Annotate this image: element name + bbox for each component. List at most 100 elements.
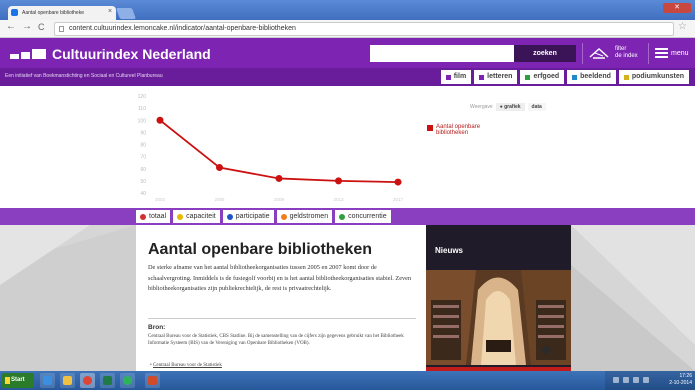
category-square-icon [479, 74, 485, 80]
article-panel: Aantal openbare bibliotheken De sterke a… [136, 225, 426, 371]
reload-button[interactable]: C [38, 22, 45, 32]
view-option-grafiek[interactable]: ● grafiek [495, 103, 525, 111]
category-film[interactable]: film [440, 70, 472, 84]
window-close-button[interactable]: ✕ [663, 3, 691, 13]
news-heading: Nieuws [435, 246, 464, 255]
browser-tab[interactable]: Aantal openbare bibliotheke × [8, 6, 116, 20]
y-tick-label: 120 [138, 94, 147, 100]
data-point [275, 174, 283, 182]
filter-icon [589, 47, 609, 59]
x-tick-label: 2003 [155, 197, 166, 202]
indicator-concurrentie[interactable]: concurrentie [335, 210, 391, 223]
chrome-taskbar-icon[interactable] [80, 373, 95, 388]
explorer-taskbar-icon[interactable] [60, 373, 75, 388]
category-podiumkunsten[interactable]: podiumkunsten [618, 70, 689, 84]
category-square-icon [445, 74, 451, 80]
line-chart: 40 50 60 70 80 90 100 110 120 2003 2005 2009 2013 201… [138, 94, 404, 202]
data-point [394, 178, 402, 186]
y-tick-label: 50 [140, 179, 146, 185]
y-tick-label: 40 [140, 191, 146, 197]
filter-label-2: de index [615, 53, 638, 59]
indicator-participatie[interactable]: participatie [222, 210, 274, 223]
forward-button[interactable]: → [22, 21, 32, 32]
start-button[interactable]: Start [2, 373, 34, 388]
x-tick-label: 2009 [274, 197, 285, 202]
menu-button[interactable]: menu [648, 43, 695, 64]
dot-icon [226, 213, 233, 220]
filter-label-1: filter [615, 46, 627, 52]
network-icon[interactable] [633, 377, 639, 383]
search-button[interactable]: zoeken [514, 45, 576, 62]
url-text: content.cultuurindex.lemoncake.nl/indica… [69, 25, 296, 32]
indicator-capaciteit[interactable]: capaciteit [173, 210, 220, 223]
category-beeldend[interactable]: beeldend [567, 70, 616, 84]
y-tick-label: 60 [140, 167, 146, 173]
search-input[interactable] [370, 45, 514, 62]
article-title: Aantal openbare bibliotheken [148, 241, 373, 258]
source-text: Centraal Bureau voor de Statistiek, CBS … [148, 334, 404, 346]
category-nav: film letteren erfgoed beeldend podiumkun… [440, 70, 689, 84]
news-panel: Nieuws [426, 225, 571, 371]
close-tab-icon[interactable]: × [108, 8, 112, 15]
source-link[interactable]: • Centraal Bureau voor de Statistiek [150, 363, 222, 368]
dot-icon [177, 213, 184, 220]
indicator-buttons: totaal capaciteit participatie geldstrom… [136, 210, 391, 223]
view-option-data[interactable]: data [527, 103, 546, 111]
y-tick-label: 80 [140, 143, 146, 149]
y-tick-label: 100 [138, 118, 147, 124]
back-button[interactable]: ← [6, 21, 16, 32]
category-letteren[interactable]: letteren [474, 70, 518, 84]
data-point [335, 177, 342, 185]
data-point [156, 116, 164, 124]
favicon-icon [11, 9, 18, 16]
legend-label-line2: bibliotheken [436, 130, 469, 136]
article-body: De sterke afname van het aantal biblioth… [148, 264, 412, 292]
new-tab-button[interactable] [115, 8, 137, 19]
dot-icon [280, 213, 287, 220]
view-toggle: Weergave ● grafiek data [470, 103, 546, 111]
tray-icon[interactable] [613, 377, 619, 383]
legend-swatch [427, 125, 433, 131]
hamburger-icon [655, 48, 668, 59]
x-tick-label: 2017 [393, 197, 404, 202]
chart-legend: Aantal openbare bibliotheken [427, 124, 480, 136]
browser-tab-bar: Aantal openbare bibliotheke × ✕ [0, 0, 695, 20]
logo-icon[interactable] [10, 49, 46, 59]
category-square-icon [572, 74, 578, 80]
category-square-icon [623, 74, 629, 80]
excel-taskbar-icon[interactable] [100, 373, 115, 388]
indicator-bar: totaal capaciteit participatie geldstrom… [0, 208, 695, 225]
source-heading: Bron: [148, 324, 166, 331]
x-tick-label: 2013 [333, 197, 344, 202]
bookmark-star-icon[interactable]: ☆ [678, 21, 687, 32]
address-bar[interactable]: content.cultuurindex.lemoncake.nl/indica… [54, 22, 674, 36]
filter-index-button[interactable]: filter de index [582, 43, 642, 64]
indicator-geldstromen[interactable]: geldstromen [276, 210, 333, 223]
windows-logo-icon [5, 377, 10, 384]
system-tray: 17:26 2-10-2014 [605, 371, 695, 390]
view-toggle-label: Weergave [470, 104, 493, 110]
site-title[interactable]: Cultuurindex Nederland [52, 46, 211, 62]
series-line [159, 119, 399, 183]
powerpoint-taskbar-icon[interactable] [145, 373, 160, 388]
page-icon [59, 26, 64, 32]
news-image[interactable] [426, 270, 571, 365]
data-point [216, 164, 223, 172]
tray-icon[interactable] [623, 377, 629, 383]
y-tick-label: 110 [138, 106, 146, 112]
site-header: Cultuurindex Nederland zoeken filter de … [0, 38, 695, 68]
sub-header: Een initiatief van Boekmanstichting en S… [0, 68, 695, 86]
spotify-taskbar-icon[interactable] [120, 373, 135, 388]
y-tick-label: 70 [140, 155, 146, 161]
browser-toolbar: ← → C content.cultuurindex.lemoncake.nl/… [0, 20, 695, 38]
menu-label: menu [671, 50, 689, 57]
os-taskbar: Start 17:26 2-10-2014 [0, 371, 695, 390]
dot-icon [339, 213, 346, 220]
article-divider [148, 318, 416, 319]
volume-icon[interactable] [643, 377, 649, 383]
ie-taskbar-icon[interactable] [40, 373, 55, 388]
category-erfgoed[interactable]: erfgoed [520, 70, 565, 84]
clock[interactable]: 17:26 2-10-2014 [669, 373, 692, 387]
tab-title: Aantal openbare bibliotheke [22, 10, 84, 16]
indicator-totaal[interactable]: totaal [136, 210, 171, 223]
